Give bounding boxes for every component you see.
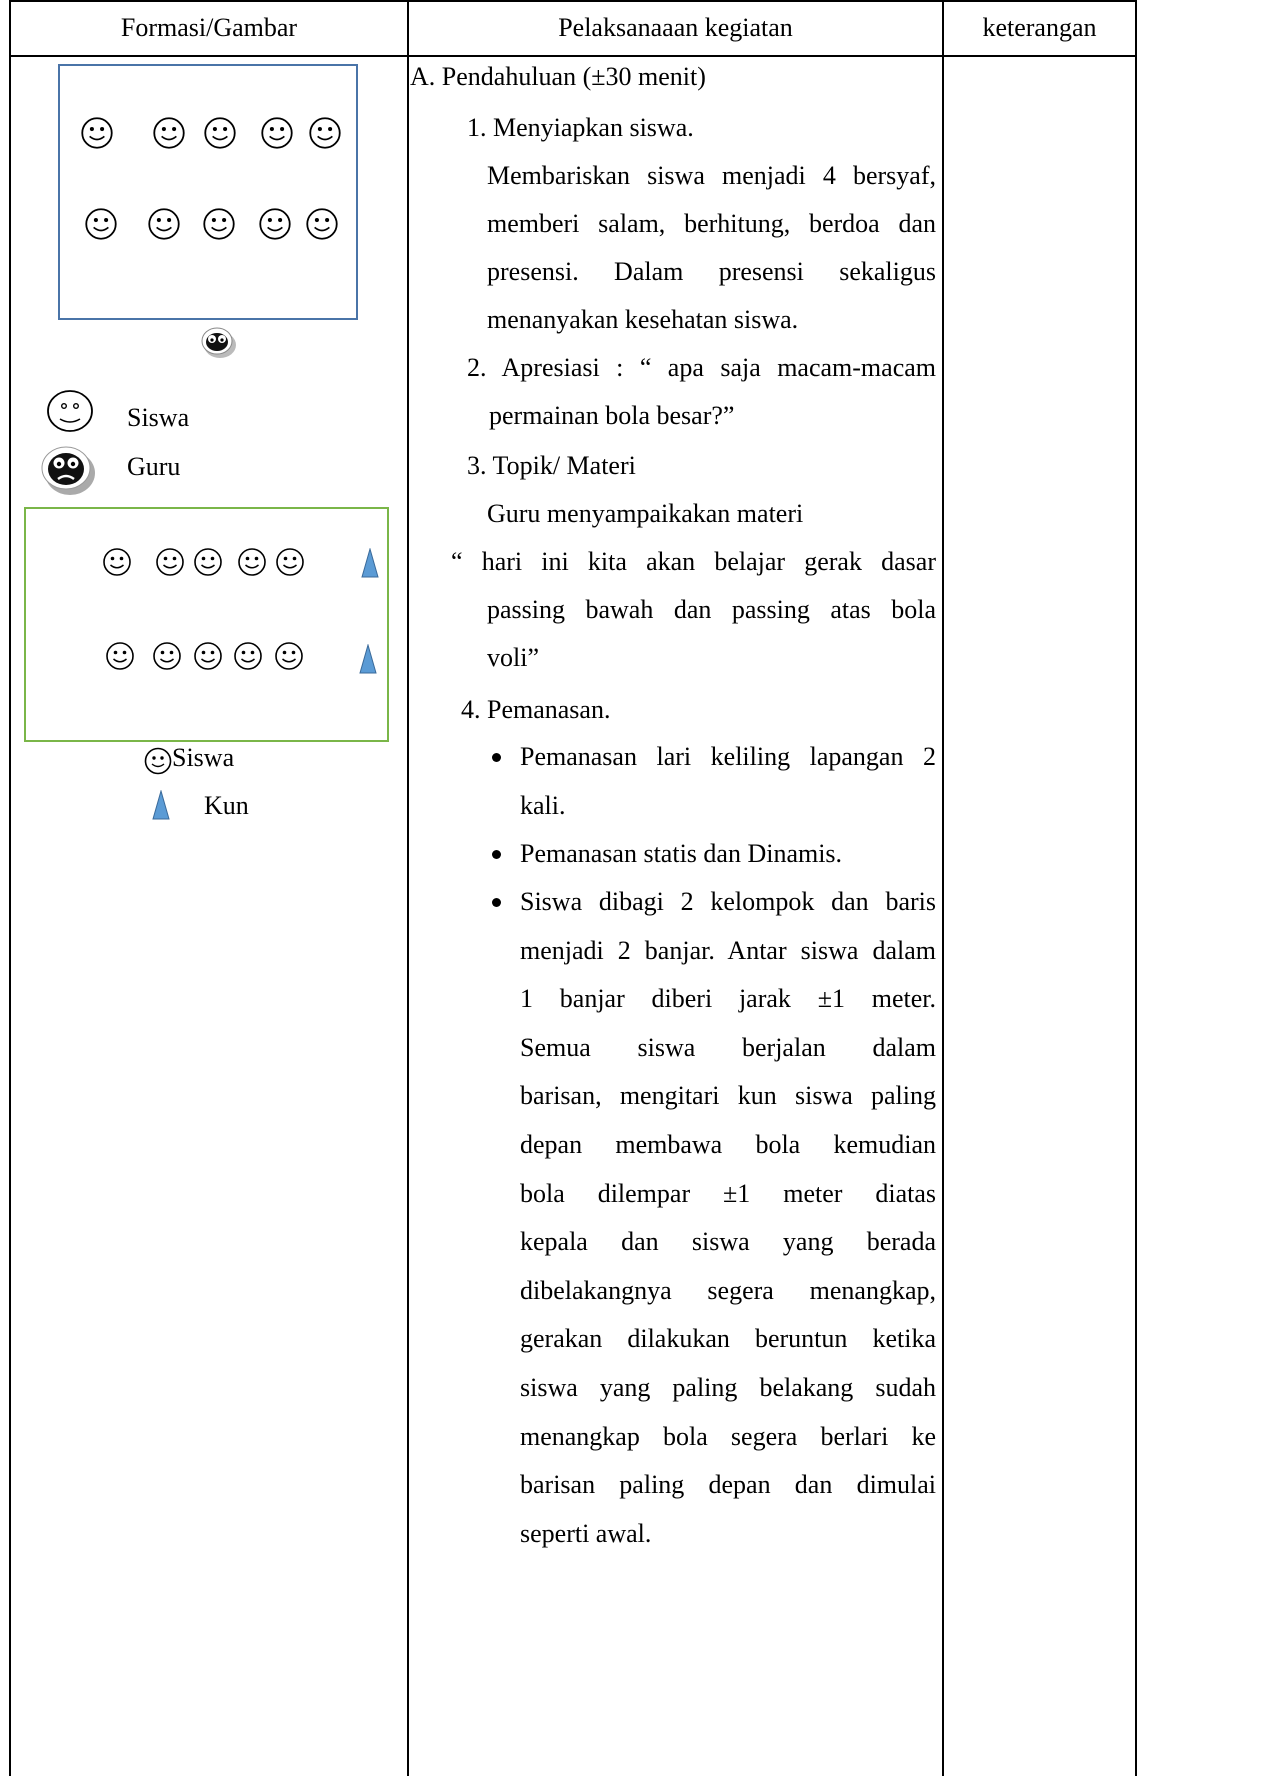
student-icon (81, 117, 113, 149)
header-formasi-gambar: Formasi/Gambar (120, 13, 298, 42)
formation-field-2 (24, 507, 389, 742)
student-icon (276, 548, 304, 576)
step-3-line: passing bawah dan passing atas bola (487, 595, 936, 624)
bullet-3-line: siswa yang paling belakang sudah (520, 1373, 936, 1402)
formation-field-1 (58, 64, 358, 320)
header-pelaksanaan-kegiatan: Pelaksanaaan kegiatan (558, 13, 793, 42)
cone-icon (359, 644, 377, 674)
bullet-3-line: depan membawa bola kemudian (520, 1130, 936, 1159)
step-2-line: permainan bola besar?” (489, 401, 735, 430)
step-2-line: 2. Apresiasi : “ apa saja macam-macam (467, 353, 936, 382)
bullet-point (492, 753, 501, 762)
step-3-line: voli” (487, 643, 539, 672)
legend-student-label: Siswa (127, 403, 190, 432)
bullet-1-line: kali. (520, 791, 566, 820)
step-3-title: 3. Topik/ Materi (467, 451, 636, 480)
section-title: A. Pendahuluan (±30 menit) (410, 62, 706, 91)
legend2-student-label: Siswa (172, 743, 235, 772)
student-icon (259, 208, 291, 240)
student-icon (238, 548, 266, 576)
bullet-3-line: seperti awal. (520, 1518, 652, 1548)
bullet-point (492, 898, 501, 907)
student-icon (261, 117, 293, 149)
step-1-title: 1. Menyiapkan siswa. (467, 113, 694, 142)
step-3-line: Guru menyampaikakan materi (487, 499, 804, 528)
cone-icon (152, 790, 170, 820)
bullet-3-line: gerakan dilakukan beruntun ketika (520, 1324, 936, 1354)
student-icon (204, 117, 236, 149)
bullet-3-line: barisan, mengitari kun siswa paling (520, 1081, 936, 1111)
step-1-line: menanyakan kesehatan siswa. (487, 305, 799, 334)
student-icon (194, 642, 222, 670)
bullet-3-line: dibelakangnya segera menangkap, (520, 1275, 936, 1305)
student-icon (103, 548, 131, 576)
bullet-3-line: barisan paling depan dan dimulai (520, 1470, 936, 1500)
legend-teacher-label: Guru (127, 452, 181, 481)
step-4-title: 4. Pemanasan. (461, 695, 611, 724)
bullet-3-line: Siswa dibagi 2 kelompok dan baris (520, 887, 936, 916)
student-icon (309, 117, 341, 149)
table-border-right (1135, 0, 1137, 1776)
header-keterangan: keterangan (982, 13, 1097, 42)
legend2-cone-label: Kun (204, 791, 249, 820)
teacher-icon (201, 327, 236, 358)
table-border-left (9, 0, 11, 1776)
student-legend-icon (47, 390, 93, 432)
student-icon (106, 642, 134, 670)
table-column-divider-2 (942, 0, 944, 1776)
student-icon (148, 208, 180, 240)
student-legend-icon (144, 747, 172, 775)
student-icon (85, 208, 117, 240)
student-icon (203, 208, 235, 240)
table-column-divider-1 (407, 0, 409, 1776)
cone-icon (361, 548, 379, 578)
step-1-line: memberi salam, berhitung, berdoa dan (487, 209, 936, 238)
bullet-1-line: Pemanasan lari keliling lapangan 2 (520, 742, 936, 771)
bullet-3-line: Semua siswa berjalan dalam (520, 1032, 936, 1062)
student-icon (194, 548, 222, 576)
lesson-plan-page: Formasi/Gambar Pelaksanaaan kegiatan ket… (0, 0, 1281, 1776)
step-1-line: presensi. Dalam presensi sekaligus (487, 257, 936, 286)
step-3-line: “ hari ini kita akan belajar gerak dasar (451, 547, 936, 576)
bullet-3-line: menangkap bola segera berlari ke (520, 1421, 936, 1451)
bullet-3-line: 1 banjar diberi jarak ±1 meter. (520, 984, 936, 1014)
student-icon (306, 208, 338, 240)
bullet-3-line: bola dilempar ±1 meter diatas (520, 1178, 936, 1208)
student-icon (156, 548, 184, 576)
student-icon (234, 642, 262, 670)
step-1-line: Membariskan siswa menjadi 4 bersyaf, (487, 161, 936, 190)
bullet-3-line: kepala dan siswa yang berada (520, 1227, 936, 1257)
bullet-2-line: Pemanasan statis dan Dinamis. (520, 839, 843, 868)
student-icon (275, 642, 303, 670)
student-icon (153, 117, 185, 149)
student-icon (153, 642, 181, 670)
bullet-point (492, 850, 501, 859)
teacher-legend-icon (41, 446, 95, 495)
bullet-3-line: menjadi 2 banjar. Antar siswa dalam (520, 935, 936, 965)
